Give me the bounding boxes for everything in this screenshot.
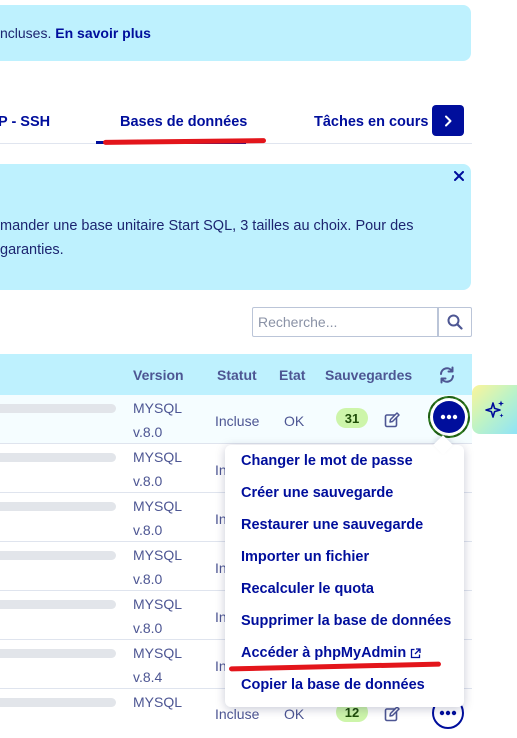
engine-text: MYSQL — [133, 645, 183, 661]
tab-tasks[interactable]: Tâches en cours — [314, 114, 428, 130]
name-placeholder — [0, 698, 116, 707]
search-button[interactable] — [438, 307, 472, 337]
close-icon — [454, 171, 464, 181]
version-text: v.8.4 — [133, 669, 163, 685]
menu-item-import-file[interactable]: Importer un fichier — [241, 549, 369, 565]
close-banner-button[interactable] — [451, 168, 467, 184]
info-banner: mander une base unitaire Start SQL, 3 ta… — [0, 164, 471, 290]
version-text: v.8.0 — [133, 473, 163, 489]
info-banner-top: ncluses. En savoir plus — [0, 5, 471, 61]
col-state[interactable]: Etat — [279, 367, 305, 383]
learn-more-link[interactable]: En savoir plus — [55, 25, 151, 41]
edit-icon[interactable] — [384, 706, 400, 722]
table-row: MYSQL v.8.0 Incluse OK 31 — [0, 395, 472, 444]
engine-text: MYSQL — [133, 596, 183, 612]
tab-databases[interactable]: Bases de données — [120, 114, 247, 130]
state-text: OK — [284, 706, 305, 722]
ellipsis-icon — [440, 414, 458, 420]
col-backups[interactable]: Sauvegardes — [325, 367, 412, 383]
info-line-1: mander une base unitaire Start SQL, 3 ta… — [0, 218, 414, 234]
col-status[interactable]: Statut — [217, 367, 257, 383]
status-text: Incluse — [215, 413, 260, 429]
table-header: Version Statut Etat Sauvegardes — [0, 354, 472, 395]
engine-text: MYSQL — [133, 694, 183, 710]
external-link-icon — [411, 647, 421, 658]
state-text: OK — [284, 413, 305, 429]
menu-item-recalculate-quota[interactable]: Recalculer le quota — [241, 581, 374, 597]
name-placeholder — [0, 502, 116, 511]
chevron-right-icon — [445, 115, 452, 126]
version-text: v.8.0 — [133, 571, 163, 587]
tab-ssh[interactable]: P - SSH — [0, 114, 50, 130]
banner-text: ncluses. En savoir plus — [0, 25, 151, 41]
row-actions-button[interactable] — [428, 396, 470, 438]
name-placeholder — [0, 453, 116, 462]
version-text: v.8.0 — [133, 424, 163, 440]
info-line-2: garanties. — [0, 242, 64, 258]
name-placeholder — [0, 600, 116, 609]
status-text: Incluse — [215, 706, 260, 722]
name-placeholder — [0, 649, 116, 658]
engine-text: MYSQL — [133, 498, 183, 514]
tabs-next-button[interactable] — [432, 105, 464, 136]
menu-item-restore-backup[interactable]: Restaurer une sauvegarde — [241, 517, 423, 533]
version-text: v.8.0 — [133, 522, 163, 538]
menu-item-phpmyadmin[interactable]: Accéder à phpMyAdmin — [241, 645, 421, 661]
version-text: v.8.0 — [133, 620, 163, 636]
sparkle-icon — [484, 400, 504, 418]
backup-count-badge[interactable]: 31 — [336, 408, 368, 428]
refresh-icon[interactable] — [438, 366, 456, 384]
menu-item-copy-database[interactable]: Copier la base de données — [241, 677, 425, 693]
col-version[interactable]: Version — [133, 367, 184, 383]
engine-text: MYSQL — [133, 400, 183, 416]
edit-icon[interactable] — [384, 412, 400, 428]
search-icon — [447, 314, 463, 330]
name-placeholder — [0, 404, 116, 413]
assistant-widget-button[interactable] — [472, 385, 517, 434]
ellipsis-icon — [439, 710, 457, 716]
name-placeholder — [0, 551, 116, 560]
menu-item-create-backup[interactable]: Créer une sauvegarde — [241, 485, 393, 501]
engine-text: MYSQL — [133, 547, 183, 563]
engine-text: MYSQL — [133, 449, 183, 465]
search-input[interactable] — [252, 307, 438, 337]
menu-item-change-password[interactable]: Changer le mot de passe — [241, 453, 413, 469]
menu-item-delete-database[interactable]: Supprimer la base de données — [241, 613, 451, 629]
